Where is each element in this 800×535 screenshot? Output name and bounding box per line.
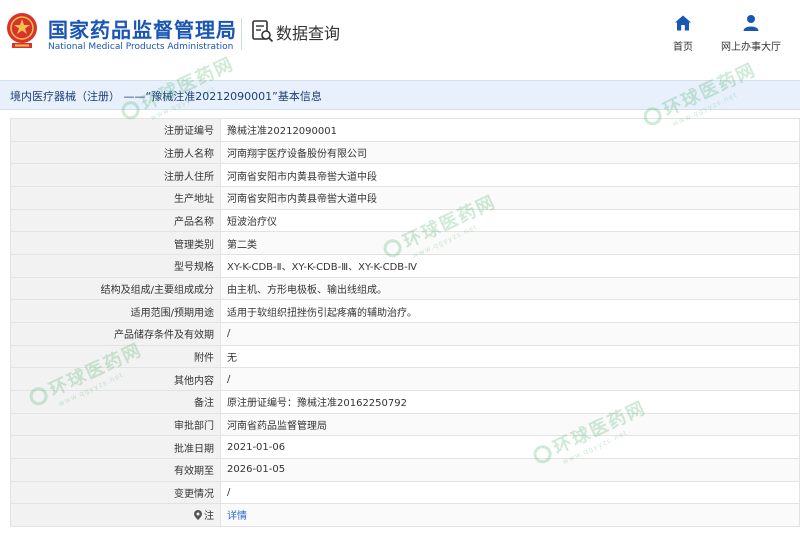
field-value: 河南省安阳市内黄县帝喾大道中段 <box>220 163 800 187</box>
field-value: 河南省药品监督管理局 <box>220 412 800 437</box>
field-label: 管理类别 <box>10 231 221 255</box>
field-label: 结构及组成/主要组成成分 <box>10 276 221 301</box>
field-label: 变更情况 <box>10 480 221 505</box>
table-row: 生产地址 河南省安阳市内黄县帝喾大道中段 <box>10 185 800 210</box>
field-label: 有效期至 <box>10 457 221 482</box>
field-label: 备注 <box>10 389 221 414</box>
header-divider <box>241 18 242 50</box>
brand-title-en: National Medical Products Administration <box>48 42 234 52</box>
field-value: 第二类 <box>220 231 800 255</box>
field-value: 豫械注准20212090001 <box>220 118 800 142</box>
table-row: 型号规格 XY-K-CDB-Ⅱ、XY-K-CDB-Ⅲ、XY-K-CDB-Ⅳ <box>10 253 800 278</box>
table-row: 注册证编号 豫械注准20212090001 <box>10 118 800 142</box>
field-label: 注册证编号 <box>10 118 221 142</box>
field-value: 2026-01-05 <box>220 457 800 482</box>
field-value: XY-K-CDB-Ⅱ、XY-K-CDB-Ⅲ、XY-K-CDB-Ⅳ <box>220 253 800 278</box>
details-link[interactable]: 详情 <box>227 511 247 522</box>
field-label: 注册人名称 <box>10 140 221 165</box>
record-title: 境内医疗器械（注册） ——“豫械注准20212090001”基本信息 <box>10 90 322 103</box>
field-label: 生产地址 <box>10 185 221 210</box>
field-value: 由主机、方形电极板、输出线组成。 <box>220 276 800 301</box>
field-value: 原注册证编号：豫械注准20162250792 <box>220 389 800 414</box>
field-value: 2021-01-06 <box>220 435 800 459</box>
field-value: 无 <box>220 344 800 369</box>
brand-title-cn: 国家药品监督管理局 <box>48 18 237 42</box>
table-row: 注册人住所 河南省安阳市内黄县帝喾大道中段 <box>10 163 800 187</box>
field-value: 适用于软组织扭挫伤引起疼痛的辅助治疗。 <box>220 299 800 323</box>
field-value: 详情 <box>220 503 800 527</box>
table-row: 注 详情 <box>10 503 800 527</box>
table-row: 附件无 <box>10 344 800 369</box>
field-label-note: 注 <box>10 503 221 527</box>
breadcrumb-band: 境内医疗器械（注册） ——“豫械注准20212090001”基本信息 <box>0 80 800 110</box>
field-value: / <box>220 367 800 391</box>
field-value: / <box>220 321 800 346</box>
nav-home-label: 首页 <box>673 42 693 53</box>
table-row: 备注 原注册证编号：豫械注准20162250792 <box>10 389 800 414</box>
user-icon <box>743 15 759 31</box>
home-icon <box>675 15 691 31</box>
field-value: 短波治疗仪 <box>220 208 800 233</box>
table-row: 结构及组成/主要组成成分 由主机、方形电极板、输出线组成。 <box>10 276 800 301</box>
table-row: 注册人名称 河南翔宇医疗设备股份有限公司 <box>10 140 800 165</box>
device-info-table: 注册证编号 豫械注准20212090001 注册人名称 河南翔宇医疗设备股份有限公司… <box>10 118 800 527</box>
table-row: 有效期至 2026-01-05 <box>10 457 800 482</box>
table-row: 管理类别 第二类 <box>10 231 800 255</box>
field-label: 产品储存条件及有效期 <box>10 321 221 346</box>
table-row: 变更情况 / <box>10 480 800 505</box>
field-label: 型号规格 <box>10 253 221 278</box>
table-row: 批准日期 2021-01-06 <box>10 435 800 459</box>
note-label: 注 <box>204 511 214 523</box>
table-row: 其他内容 / <box>10 367 800 391</box>
field-label: 注册人住所 <box>10 163 221 187</box>
field-label: 适用范围/预期用途 <box>10 299 221 323</box>
field-label: 附件 <box>10 344 221 369</box>
field-label: 批准日期 <box>10 435 221 459</box>
field-value: / <box>220 480 800 505</box>
field-value: 河南翔宇医疗设备股份有限公司 <box>220 140 800 165</box>
nav-online-service-hall[interactable]: 网上办事大厅 <box>716 14 786 53</box>
table-row: 审批部门 河南省药品监督管理局 <box>10 412 800 437</box>
nav-home[interactable]: 首页 <box>648 14 718 53</box>
location-pin-icon <box>194 510 202 521</box>
page-title: 数据查询 <box>276 24 341 43</box>
field-value: 河南省安阳市内黄县帝喾大道中段 <box>220 185 800 210</box>
site-header: 国家药品监督管理局 National Medical Products Admi… <box>0 0 800 80</box>
national-emblem-icon <box>7 13 37 48</box>
data-query-icon <box>252 20 274 43</box>
table-row: 适用范围/预期用途 适用于软组织扭挫伤引起疼痛的辅助治疗。 <box>10 299 800 323</box>
field-label: 审批部门 <box>10 412 221 437</box>
field-label: 其他内容 <box>10 367 221 391</box>
table-row: 产品储存条件及有效期 / <box>10 321 800 346</box>
nav-service-label: 网上办事大厅 <box>721 42 781 53</box>
field-label: 产品名称 <box>10 208 221 233</box>
table-row: 产品名称 短波治疗仪 <box>10 208 800 233</box>
